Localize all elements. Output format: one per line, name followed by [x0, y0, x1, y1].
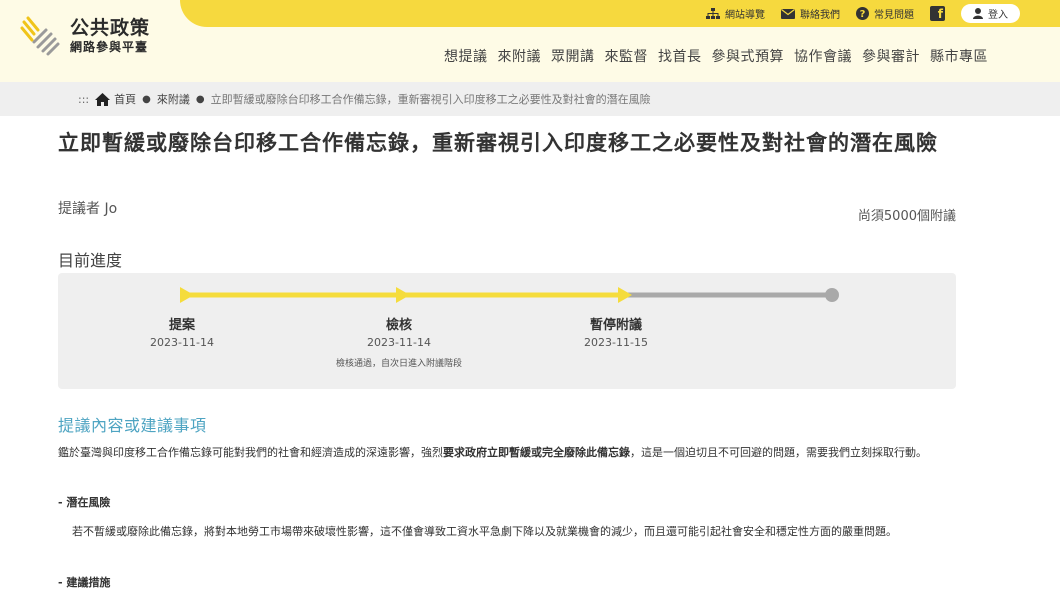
nav-discuss[interactable]: 眾開講 [551, 46, 595, 66]
nav-audit[interactable]: 參與審計 [862, 46, 920, 66]
breadcrumb-section[interactable]: 來附議 [157, 91, 190, 107]
step-label: 檢核 [385, 318, 412, 333]
step-label: 暫停附議 [589, 318, 642, 333]
question-icon: ? [856, 7, 869, 20]
step-arrow-icon [180, 287, 194, 303]
step-review: 檢核 2023-11-14 檢核通過，自次日進入附議階段 [319, 314, 479, 369]
login-label: 登入 [988, 10, 1008, 21]
step-arrow-icon [618, 287, 632, 303]
paragraph-emphasis: 要求政府立即暫緩或完全廢除此備忘錄 [443, 446, 630, 459]
contact-label: 聯絡我們 [800, 10, 840, 21]
nav-monitor[interactable]: 來監督 [605, 46, 649, 66]
paragraph-text: ，這是一個迫切且不可回避的問題，需要我們立刻採取行動。 [630, 446, 927, 459]
step-suspended: 暫停附議 2023-11-15 [536, 314, 696, 349]
breadcrumb-bar: ::: 首頁 ● 來附議 ● 立即暫緩或廢除台印移工合作備忘錄，重新審視引入印度… [0, 82, 1060, 116]
step-date: 2023-11-14 [150, 336, 214, 349]
breadcrumb-home[interactable]: 首頁 [95, 91, 136, 107]
sitemap-icon [706, 8, 720, 19]
progress-line [180, 287, 839, 303]
sitemap-label: 網站導覽 [725, 10, 765, 21]
content-paragraph: 鑑於臺灣與印度移工合作備忘錄可能對我們的社會和經濟造成的深遠影響，強烈要求政府立… [58, 443, 958, 462]
breadcrumb-separator: ● [142, 93, 151, 105]
progress-tracker: 提案 2023-11-14 檢核 2023-11-14 檢核通過，自次日進入附議… [58, 273, 956, 389]
faq-link[interactable]: ? 常見問題 [856, 6, 914, 21]
page-title: 立即暫緩或廢除台印移工合作備忘錄，重新審視引入印度移工之必要性及對社會的潛在風險 [58, 131, 938, 155]
proposer: 提議者 Jo [58, 201, 118, 217]
step-arrow-icon [396, 287, 410, 303]
step-end-dot-icon [825, 288, 839, 302]
step-label: 提案 [168, 318, 195, 333]
main-nav: 想提議 來附議 眾開講 來監督 找首長 參與式預算 協作會議 參與審計 縣市專區 [434, 46, 988, 66]
home-icon [95, 92, 111, 106]
step-note: 檢核通過，自次日進入附議階段 [335, 359, 462, 369]
site-title: 公共政策 [70, 17, 151, 39]
endorsements-remaining: 尚須5000個附議 [857, 209, 956, 224]
step-date: 2023-11-15 [584, 336, 648, 349]
svg-text:?: ? [860, 9, 866, 20]
utility-links: 網站導覽 聯絡我們 ? 常見問題 f 登入 [690, 0, 1060, 27]
breadcrumb: ::: 首頁 ● 來附議 ● 立即暫緩或廢除台印移工合作備忘錄，重新審視引入印度… [78, 91, 651, 107]
risk-paragraph: 若不暫緩或廢除此備忘錄，將對本地勞工市場帶來破壞性影響，這不僅會導致工資水平急劇… [72, 525, 897, 538]
facebook-icon[interactable]: f [930, 6, 945, 21]
nav-officials[interactable]: 找首長 [658, 46, 702, 66]
measures-heading: - 建議措施 [58, 576, 111, 589]
user-icon [973, 8, 983, 19]
hand-logo-icon [20, 14, 64, 58]
step-date: 2023-11-14 [367, 336, 431, 349]
breadcrumb-separator: ● [195, 93, 205, 105]
site-subtitle: 網路參與平臺 [70, 40, 149, 54]
risk-heading: - 潛在風險 [58, 496, 111, 509]
sitemap-link[interactable]: 網站導覽 [706, 6, 765, 21]
site-logo[interactable]: 公共政策 網路參與平臺 [20, 14, 150, 58]
nav-endorse[interactable]: 來附議 [498, 46, 542, 66]
mail-icon [781, 8, 795, 19]
step-proposal: 提案 2023-11-14 [102, 314, 262, 349]
nav-collab[interactable]: 協作會議 [794, 46, 852, 66]
contact-link[interactable]: 聯絡我們 [781, 6, 840, 21]
breadcrumb-marker: ::: [78, 92, 90, 106]
faq-label: 常見問題 [874, 10, 914, 21]
site-header: 公共政策 網路參與平臺 網站導覽 聯絡我們 ? 常見問題 f 登入 想提議 來附… [0, 0, 1060, 82]
paragraph-text: 鑑於臺灣與印度移工合作備忘錄可能對我們的社會和經濟造成的深遠影響，強烈 [58, 446, 443, 459]
login-button[interactable]: 登入 [961, 4, 1020, 23]
nav-budget[interactable]: 參與式預算 [712, 46, 785, 66]
breadcrumb-home-label: 首頁 [114, 93, 137, 106]
content-heading: 提議內容或建議事項 [58, 416, 207, 435]
progress-heading: 目前進度 [58, 251, 123, 270]
nav-propose[interactable]: 想提議 [444, 46, 488, 66]
breadcrumb-current: 立即暫緩或廢除台印移工合作備忘錄，重新審視引入印度移工之必要性及對社會的潛在風險 [210, 93, 651, 106]
nav-county[interactable]: 縣市專區 [930, 46, 988, 66]
